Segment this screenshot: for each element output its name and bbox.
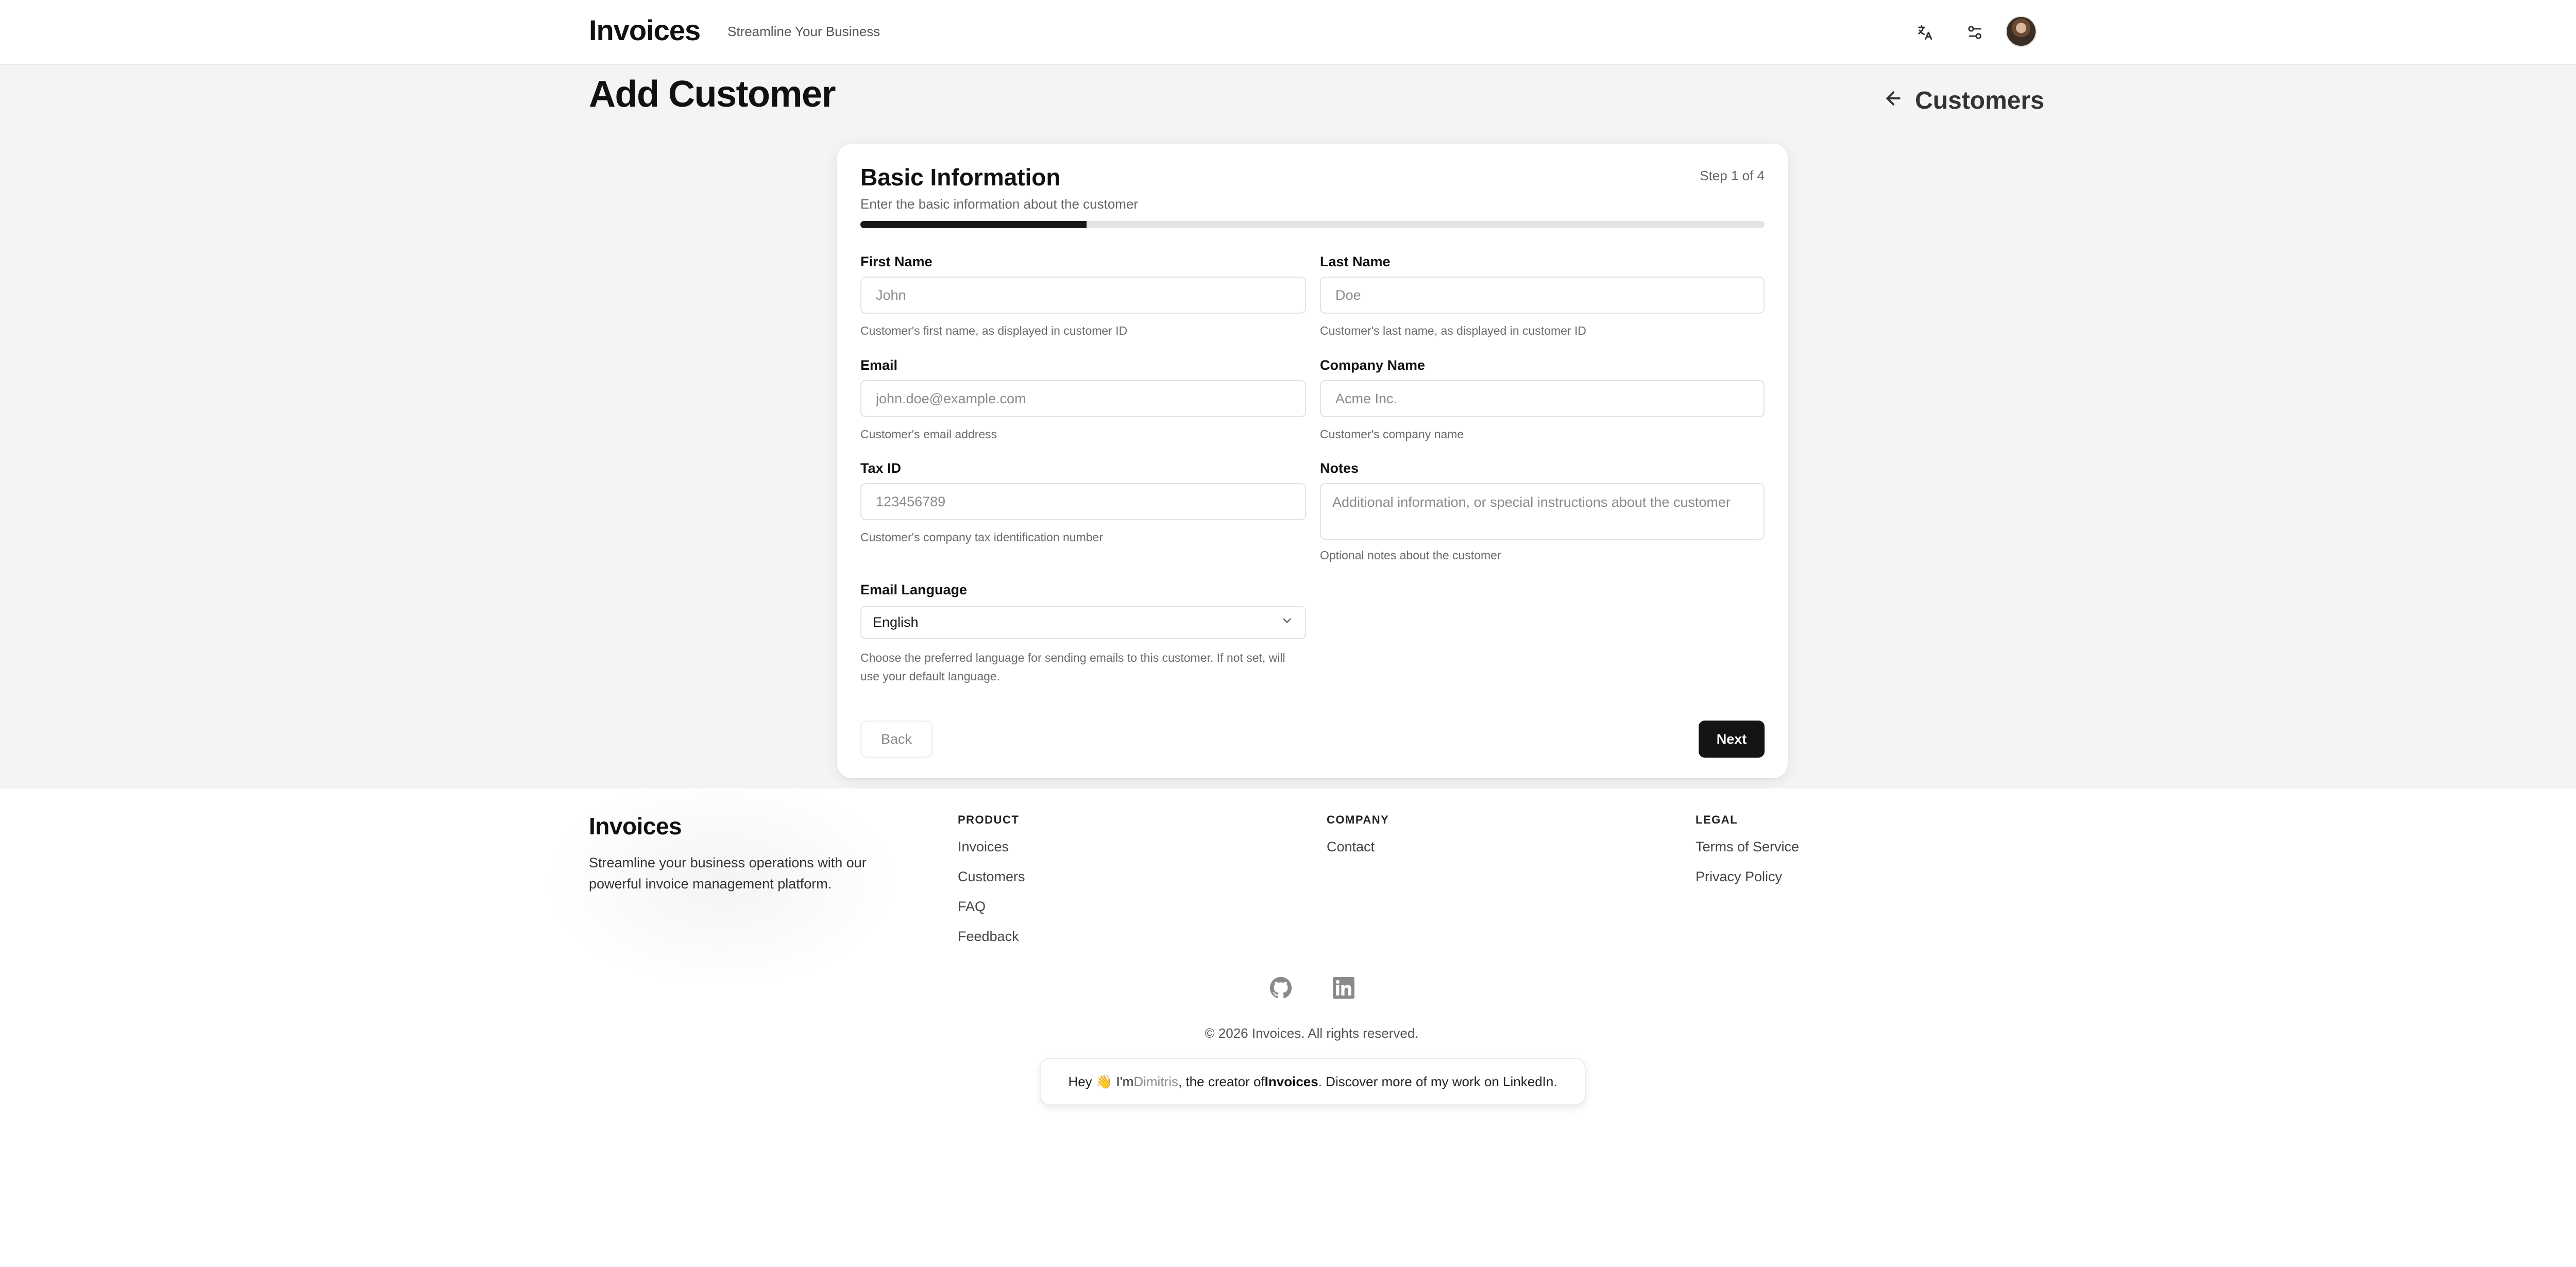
user-avatar[interactable] bbox=[2006, 16, 2037, 47]
form-section-title: Basic Information bbox=[860, 164, 1061, 191]
back-to-customers-link[interactable]: Customers bbox=[1883, 82, 2044, 118]
email-language-value: English bbox=[873, 614, 919, 630]
copyright-text: © 2026 Invoices. All rights reserved. bbox=[1205, 1025, 1419, 1041]
footer-description: Streamline your business operations with… bbox=[589, 855, 867, 892]
email-input[interactable] bbox=[860, 380, 1306, 417]
first-name-hint: Customer's first name, as displayed in c… bbox=[860, 324, 1128, 337]
settings-sliders-icon[interactable] bbox=[1960, 18, 1990, 47]
footer-link-faq[interactable]: FAQ bbox=[958, 899, 986, 915]
company-name-input[interactable] bbox=[1320, 380, 1765, 417]
creator-app-name: Invoices bbox=[1264, 1073, 1318, 1089]
email-language-select[interactable]: English bbox=[860, 606, 1306, 639]
language-icon[interactable] bbox=[1910, 18, 1940, 47]
back-link-label: Customers bbox=[1915, 87, 2044, 114]
notes-hint: Optional notes about the customer bbox=[1320, 549, 1501, 562]
main-content: Add Customer Customers Basic Information… bbox=[0, 65, 2576, 789]
last-name-label: Last Name bbox=[1320, 254, 1391, 269]
email-language-label: Email Language bbox=[860, 582, 968, 597]
step-indicator: Step 1 of 4 bbox=[1700, 168, 1765, 183]
linkedin-icon[interactable] bbox=[1331, 975, 1356, 1000]
last-name-hint: Customer's last name, as displayed in cu… bbox=[1320, 324, 1586, 337]
top-header: Invoices Streamline Your Business bbox=[0, 0, 2576, 65]
email-hint: Customer's email address bbox=[860, 427, 997, 441]
creator-prefix: Hey 👋 I'm bbox=[1068, 1073, 1134, 1089]
first-name-label: First Name bbox=[860, 254, 933, 269]
creator-banner[interactable]: Hey 👋 I'm Dimitris , the creator of Invo… bbox=[1040, 1058, 1586, 1105]
email-language-hint: Choose the preferred language for sendin… bbox=[860, 651, 1285, 683]
tax-id-hint: Customer's company tax identification nu… bbox=[860, 530, 1103, 544]
first-name-input[interactable] bbox=[860, 277, 1306, 314]
arrow-left-icon bbox=[1883, 87, 1904, 115]
app-brand[interactable]: Invoices bbox=[589, 13, 701, 47]
add-customer-form-card: Basic Information Step 1 of 4 Enter the … bbox=[837, 144, 1788, 778]
notes-textarea[interactable] bbox=[1320, 483, 1765, 540]
footer-link-feedback[interactable]: Feedback bbox=[958, 929, 1019, 945]
company-name-label: Company Name bbox=[1320, 357, 1426, 373]
creator-middle: , the creator of bbox=[1178, 1073, 1265, 1089]
tax-id-input[interactable] bbox=[860, 483, 1306, 520]
footer-link-contact[interactable]: Contact bbox=[1327, 839, 1375, 855]
email-label: Email bbox=[860, 357, 898, 373]
page-title: Add Customer bbox=[589, 74, 836, 115]
footer-company-title: COMPANY bbox=[1327, 813, 1389, 826]
github-icon[interactable] bbox=[1268, 975, 1293, 1000]
app-tagline: Streamline Your Business bbox=[727, 24, 880, 39]
page-footer: Invoices Streamline your business operat… bbox=[0, 773, 2576, 1267]
progress-bar bbox=[860, 221, 1765, 228]
chevron-down-icon bbox=[1280, 614, 1294, 631]
form-section-subtitle: Enter the basic information about the cu… bbox=[860, 196, 1139, 212]
creator-name-link[interactable]: Dimitris bbox=[1133, 1074, 1178, 1090]
next-button[interactable]: Next bbox=[1699, 721, 1765, 758]
tax-id-label: Tax ID bbox=[860, 460, 902, 476]
footer-legal-title: LEGAL bbox=[1696, 813, 1738, 826]
footer-link-terms[interactable]: Terms of Service bbox=[1696, 839, 1799, 855]
creator-suffix: . Discover more of my work on LinkedIn. bbox=[1318, 1073, 1557, 1089]
notes-label: Notes bbox=[1320, 460, 1359, 476]
last-name-input[interactable] bbox=[1320, 277, 1765, 314]
footer-link-invoices[interactable]: Invoices bbox=[958, 839, 1009, 855]
footer-product-title: PRODUCT bbox=[958, 813, 1020, 826]
footer-link-privacy[interactable]: Privacy Policy bbox=[1696, 869, 1782, 885]
back-button[interactable]: Back bbox=[860, 721, 933, 758]
footer-brand: Invoices bbox=[589, 813, 682, 840]
progress-bar-fill bbox=[860, 221, 1087, 228]
footer-link-customers[interactable]: Customers bbox=[958, 869, 1025, 885]
company-name-hint: Customer's company name bbox=[1320, 427, 1464, 441]
